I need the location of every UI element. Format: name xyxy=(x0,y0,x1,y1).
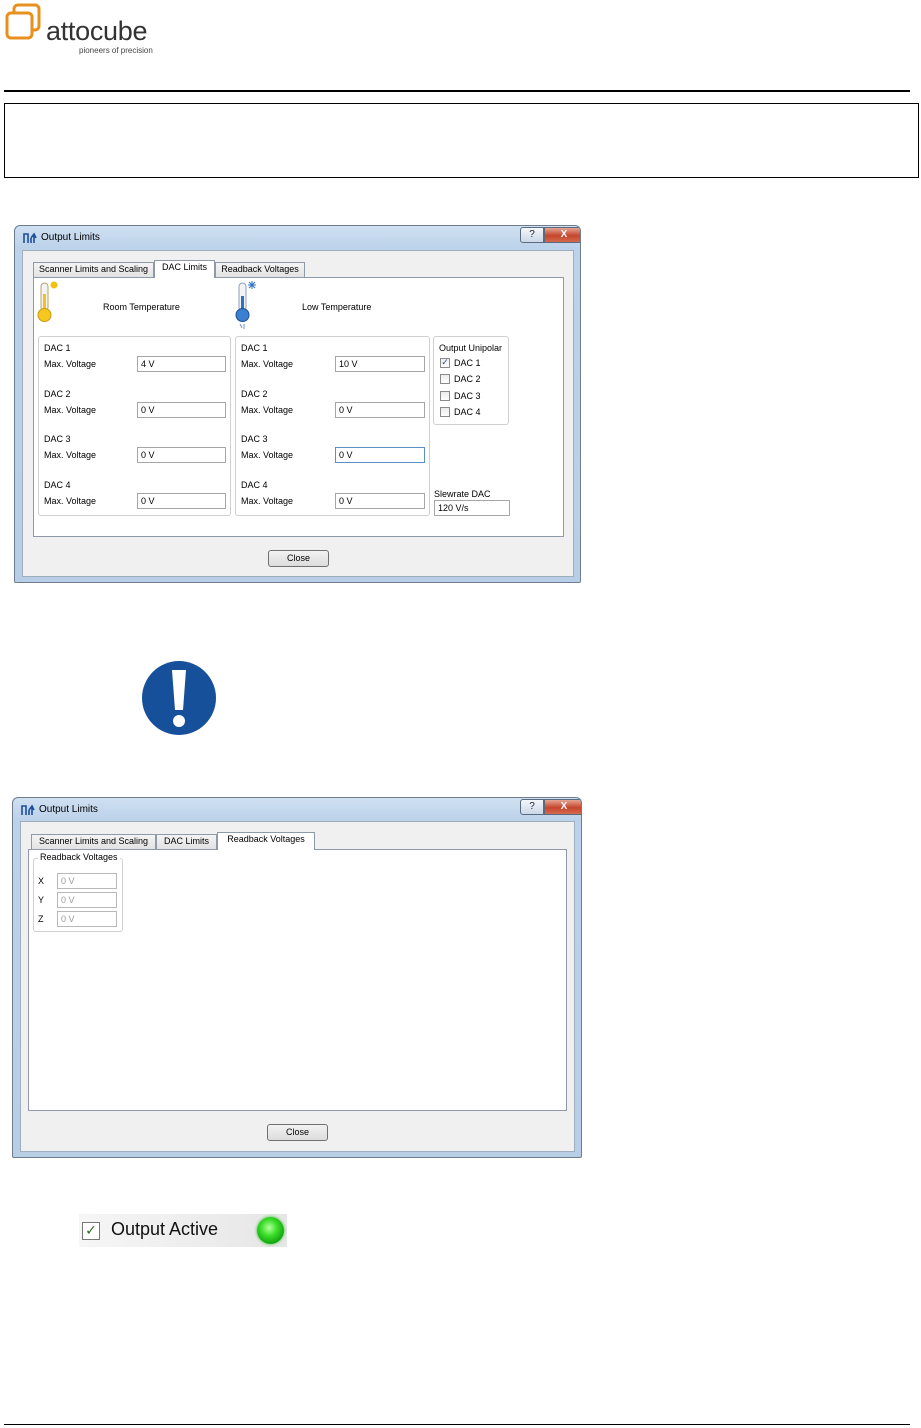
unipolar-dac-3-label: DAC 3 xyxy=(454,391,481,401)
low-dac-1-name: DAC 1 xyxy=(241,343,268,353)
footer-divider xyxy=(4,1424,910,1425)
room-dac-3-label: Max. Voltage xyxy=(44,450,97,460)
tab-dac-limits[interactable]: DAC Limits xyxy=(156,834,217,849)
dialog-title: Output Limits xyxy=(39,804,98,815)
low-temperature-label: Low Temperature xyxy=(302,302,372,312)
readback-z-field: 0 V xyxy=(57,911,117,927)
unipolar-dac-2-checkbox[interactable] xyxy=(440,374,450,384)
room-dac-1-max-voltage-input[interactable]: 4 V xyxy=(137,356,226,372)
low-dac-1-max-voltage-input[interactable]: 10 V xyxy=(335,356,425,372)
low-dac-2-name: DAC 2 xyxy=(241,389,268,399)
low-temperature-thermometer-icon xyxy=(235,281,256,329)
low-temperature-dac-group: DAC 1 Max. Voltage 10 V DAC 2 Max. Volta… xyxy=(235,336,430,516)
dac-limits-pane: Room Temperature Low Temperature DAC 1 M… xyxy=(33,277,564,537)
output-active-label: Output Active xyxy=(111,1219,219,1239)
room-dac-1-name: DAC 1 xyxy=(44,343,71,353)
output-status-led-icon xyxy=(257,1217,284,1244)
unipolar-dac-3-checkbox[interactable] xyxy=(440,391,450,401)
dialog-client-area: Scanner Limits and Scaling DAC Limits Re… xyxy=(22,250,574,577)
brand-tagline: pioneers of precision xyxy=(79,46,153,55)
window-close-button[interactable]: X xyxy=(544,799,581,815)
room-dac-3-max-voltage-input[interactable]: 0 V xyxy=(137,447,226,463)
room-dac-2-name: DAC 2 xyxy=(44,389,71,399)
unipolar-dac-4-label: DAC 4 xyxy=(454,407,481,417)
room-temperature-thermometer-icon xyxy=(37,281,58,322)
dialog-client-area: Scanner Limits and Scaling DAC Limits Re… xyxy=(20,821,575,1152)
room-temperature-label: Room Temperature xyxy=(103,302,180,312)
tab-bar: Scanner Limits and Scaling DAC Limits Re… xyxy=(33,260,333,278)
low-dac-4-name: DAC 4 xyxy=(241,480,268,490)
brand-name: attocube xyxy=(46,16,148,46)
window-close-button[interactable]: X xyxy=(544,227,580,243)
readback-y-field: 0 V xyxy=(57,892,117,908)
room-dac-4-max-voltage-input[interactable]: 0 V xyxy=(137,493,226,509)
tab-bar: Scanner Limits and Scaling DAC Limits Re… xyxy=(31,832,331,850)
close-button[interactable]: Close xyxy=(267,1124,328,1141)
tab-scanner-limits[interactable]: Scanner Limits and Scaling xyxy=(33,262,154,277)
output-limits-dialog-dac: Output Limits ? X Scanner Limits and Sca… xyxy=(14,225,581,583)
room-dac-4-label: Max. Voltage xyxy=(44,496,97,506)
low-dac-3-max-voltage-input[interactable]: 0 V xyxy=(335,447,425,463)
output-limits-app-icon xyxy=(23,232,37,243)
help-button[interactable]: ? xyxy=(520,227,544,243)
room-temperature-dac-group: DAC 1 Max. Voltage 4 V DAC 2 Max. Voltag… xyxy=(38,336,231,516)
low-dac-1-label: Max. Voltage xyxy=(241,359,294,369)
tab-dac-limits[interactable]: DAC Limits xyxy=(154,260,215,278)
readback-x-label: X xyxy=(38,876,45,886)
header-divider xyxy=(4,90,910,92)
readback-voltages-pane: Readback Voltages X 0 V Y 0 V Z 0 V xyxy=(28,849,567,1111)
low-dac-3-label: Max. Voltage xyxy=(241,450,294,460)
readback-voltages-title: Readback Voltages xyxy=(38,852,120,862)
room-dac-4-name: DAC 4 xyxy=(44,480,71,490)
low-dac-2-label: Max. Voltage xyxy=(241,405,294,415)
unipolar-dac-4-checkbox[interactable] xyxy=(440,407,450,417)
slewrate-dac-input[interactable]: 120 V/s xyxy=(434,500,510,516)
output-unipolar-group: Output Unipolar ✓ DAC 1 DAC 2 DAC 3 DAC … xyxy=(433,336,509,425)
help-button[interactable]: ? xyxy=(520,799,544,815)
room-dac-3-name: DAC 3 xyxy=(44,434,71,444)
low-dac-4-label: Max. Voltage xyxy=(241,496,294,506)
readback-z-label: Z xyxy=(38,914,44,924)
tab-scanner-limits[interactable]: Scanner Limits and Scaling xyxy=(31,834,156,849)
header-box xyxy=(4,103,919,178)
readback-voltages-group: Readback Voltages X 0 V Y 0 V Z 0 V xyxy=(33,852,123,932)
output-limits-app-icon xyxy=(21,804,35,815)
room-dac-1-label: Max. Voltage xyxy=(44,359,97,369)
dialog-title: Output Limits xyxy=(41,232,100,243)
unipolar-dac-2-label: DAC 2 xyxy=(454,374,481,384)
tab-readback-voltages[interactable]: Readback Voltages xyxy=(215,262,305,277)
output-active-checkbox[interactable]: ✓ xyxy=(82,1222,100,1240)
unipolar-dac-1-label: DAC 1 xyxy=(454,358,481,368)
low-dac-3-name: DAC 3 xyxy=(241,434,268,444)
output-limits-dialog-readback: Output Limits ? X Scanner Limits and Sca… xyxy=(12,797,582,1158)
attocube-logo-icon xyxy=(5,3,41,40)
slewrate-dac-label: Slewrate DAC xyxy=(434,489,491,499)
room-dac-2-label: Max. Voltage xyxy=(44,405,97,415)
output-active-control: ✓ Output Active xyxy=(79,1214,287,1247)
readback-x-field: 0 V xyxy=(57,873,117,889)
exclamation-warning-icon xyxy=(140,659,218,737)
room-dac-2-max-voltage-input[interactable]: 0 V xyxy=(137,402,226,418)
readback-y-label: Y xyxy=(38,895,45,905)
unipolar-dac-1-checkbox[interactable]: ✓ xyxy=(440,358,450,368)
close-button[interactable]: Close xyxy=(268,550,329,567)
tab-readback-voltages[interactable]: Readback Voltages xyxy=(217,832,315,850)
output-unipolar-title: Output Unipolar xyxy=(439,343,503,353)
low-dac-4-max-voltage-input[interactable]: 0 V xyxy=(335,493,425,509)
low-dac-2-max-voltage-input[interactable]: 0 V xyxy=(335,402,425,418)
